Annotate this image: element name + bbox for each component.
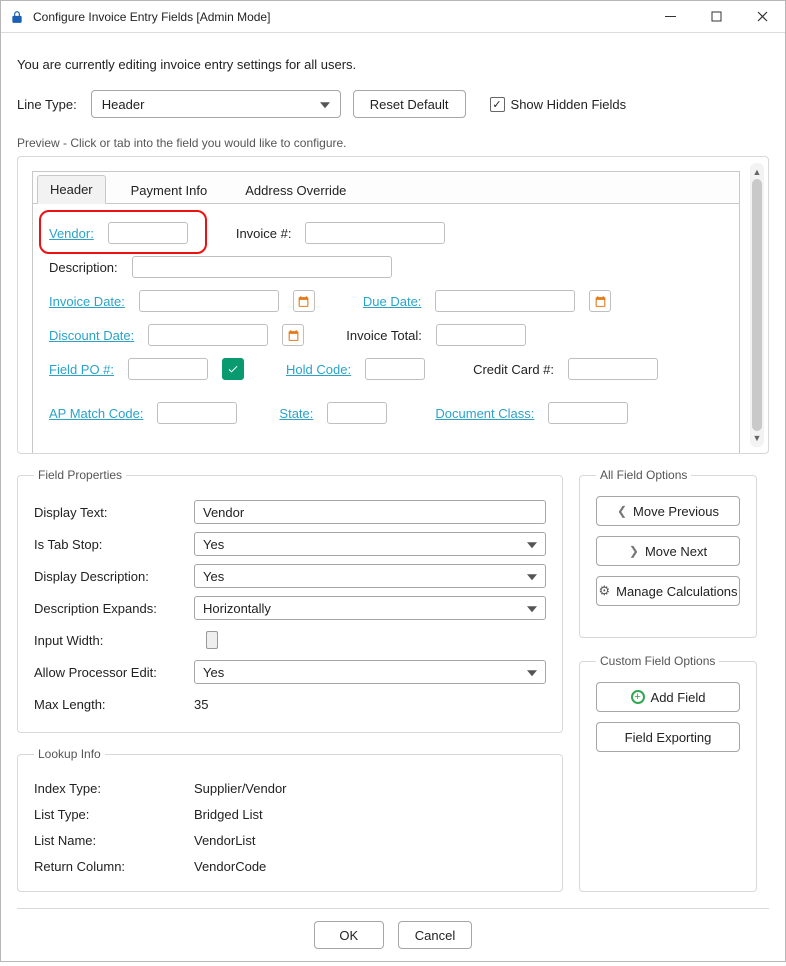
hold-code-label[interactable]: Hold Code:: [286, 362, 351, 377]
field-exporting-button[interactable]: Field Exporting: [596, 722, 740, 752]
add-field-button[interactable]: + Add Field: [596, 682, 740, 712]
tab-payment-info[interactable]: Payment Info: [118, 176, 221, 204]
description-expands-select[interactable]: Horizontally: [194, 596, 546, 620]
invoice-date-calendar-icon[interactable]: [293, 290, 315, 312]
ok-button[interactable]: OK: [314, 921, 384, 949]
is-tab-stop-select[interactable]: Yes: [194, 532, 546, 556]
invoice-date-label[interactable]: Invoice Date:: [49, 294, 125, 309]
list-name-value: VendorList: [194, 833, 546, 848]
return-column-label: Return Column:: [34, 859, 194, 874]
dialog-footer: OK Cancel: [17, 908, 769, 961]
list-type-value: Bridged List: [194, 807, 546, 822]
description-input[interactable]: [132, 256, 392, 278]
invoice-date-input[interactable]: [139, 290, 279, 312]
configure-invoice-fields-window: Configure Invoice Entry Fields [Admin Mo…: [0, 0, 786, 962]
index-type-value: Supplier/Vendor: [194, 781, 546, 796]
ap-match-code-label[interactable]: AP Match Code:: [49, 406, 143, 421]
chevron-left-icon: ❮: [617, 504, 627, 518]
field-po-input[interactable]: [128, 358, 208, 380]
custom-field-options-legend: Custom Field Options: [596, 654, 719, 668]
allow-processor-edit-label: Allow Processor Edit:: [34, 665, 194, 680]
invoice-total-label: Invoice Total:: [346, 328, 422, 343]
top-controls-row: Line Type: Header Reset Default ✓ Show H…: [17, 90, 769, 118]
line-type-select[interactable]: Header: [91, 90, 341, 118]
gear-icon: ⚙: [598, 583, 610, 599]
close-button[interactable]: [739, 1, 785, 33]
is-tab-stop-label: Is Tab Stop:: [34, 537, 194, 552]
scroll-up-icon: ▲: [753, 167, 762, 177]
hold-code-input[interactable]: [365, 358, 425, 380]
due-date-calendar-icon[interactable]: [589, 290, 611, 312]
custom-field-options-group: Custom Field Options + Add Field Field E…: [579, 654, 757, 892]
scroll-thumb[interactable]: [752, 179, 762, 431]
description-label: Description:: [49, 260, 118, 275]
input-width-label: Input Width:: [34, 633, 194, 648]
due-date-input[interactable]: [435, 290, 575, 312]
field-po-lookup-icon[interactable]: [222, 358, 244, 380]
all-field-options-legend: All Field Options: [596, 468, 691, 482]
allow-processor-edit-select[interactable]: Yes: [194, 660, 546, 684]
preview-box: Header Payment Info Address Override Ven…: [17, 156, 769, 454]
preview-form: Vendor: Invoice #: Description: Invoice …: [33, 204, 739, 434]
display-text-input[interactable]: Vendor: [194, 500, 546, 524]
display-description-select[interactable]: Yes: [194, 564, 546, 588]
discount-date-calendar-icon[interactable]: [282, 324, 304, 346]
list-type-label: List Type:: [34, 807, 194, 822]
discount-date-input[interactable]: [148, 324, 268, 346]
preview-scrollbar[interactable]: ▲ ▼: [750, 163, 764, 447]
state-label[interactable]: State:: [279, 406, 313, 421]
move-previous-button[interactable]: ❮ Move Previous: [596, 496, 740, 526]
tab-header[interactable]: Header: [37, 175, 106, 204]
manage-calculations-button[interactable]: ⚙ Manage Calculations: [596, 576, 740, 606]
scroll-down-icon: ▼: [753, 433, 762, 443]
line-type-label: Line Type:: [17, 97, 77, 112]
due-date-label[interactable]: Due Date:: [363, 294, 422, 309]
state-input[interactable]: [327, 402, 387, 424]
return-column-value: VendorCode: [194, 859, 546, 874]
max-length-value: 35: [194, 697, 208, 712]
max-length-label: Max Length:: [34, 697, 194, 712]
titlebar: Configure Invoice Entry Fields [Admin Mo…: [1, 1, 785, 33]
invoice-num-input[interactable]: [305, 222, 445, 244]
field-po-label[interactable]: Field PO #:: [49, 362, 114, 377]
selected-field-highlight: [39, 210, 207, 254]
preview-inner: Header Payment Info Address Override Ven…: [32, 171, 740, 453]
field-properties-legend: Field Properties: [34, 468, 126, 482]
slider-thumb[interactable]: [206, 631, 218, 649]
reset-default-button[interactable]: Reset Default: [353, 90, 466, 118]
chevron-right-icon: ❯: [629, 544, 639, 558]
info-text: You are currently editing invoice entry …: [17, 57, 769, 72]
invoice-num-label: Invoice #:: [236, 226, 292, 241]
preview-tabs: Header Payment Info Address Override: [33, 172, 739, 204]
window-title: Configure Invoice Entry Fields [Admin Mo…: [33, 10, 270, 24]
app-lock-icon: [9, 9, 25, 25]
index-type-label: Index Type:: [34, 781, 194, 796]
lookup-info-legend: Lookup Info: [34, 747, 105, 761]
show-hidden-label: Show Hidden Fields: [511, 97, 627, 112]
description-expands-label: Description Expands:: [34, 601, 194, 616]
lookup-info-group: Lookup Info Index Type: Supplier/Vendor …: [17, 747, 563, 892]
list-name-label: List Name:: [34, 833, 194, 848]
preview-group-label: Preview - Click or tab into the field yo…: [17, 136, 769, 150]
credit-card-input[interactable]: [568, 358, 658, 380]
display-description-label: Display Description:: [34, 569, 194, 584]
invoice-total-input[interactable]: [436, 324, 526, 346]
move-next-button[interactable]: ❯ Move Next: [596, 536, 740, 566]
ap-match-code-input[interactable]: [157, 402, 237, 424]
document-class-input[interactable]: [548, 402, 628, 424]
minimize-button[interactable]: [647, 1, 693, 33]
maximize-button[interactable]: [693, 1, 739, 33]
tab-address-override[interactable]: Address Override: [232, 176, 359, 204]
line-type-value: Header: [102, 97, 145, 112]
display-text-label: Display Text:: [34, 505, 194, 520]
discount-date-label[interactable]: Discount Date:: [49, 328, 134, 343]
check-icon: ✓: [490, 97, 505, 112]
document-class-label[interactable]: Document Class:: [435, 406, 534, 421]
all-field-options-group: All Field Options ❮ Move Previous ❯ Move…: [579, 468, 757, 638]
credit-card-label: Credit Card #:: [473, 362, 554, 377]
cancel-button[interactable]: Cancel: [398, 921, 472, 949]
plus-circle-icon: +: [631, 690, 645, 704]
field-properties-group: Field Properties Display Text: Vendor Is…: [17, 468, 563, 733]
show-hidden-fields-checkbox[interactable]: ✓ Show Hidden Fields: [490, 97, 627, 112]
